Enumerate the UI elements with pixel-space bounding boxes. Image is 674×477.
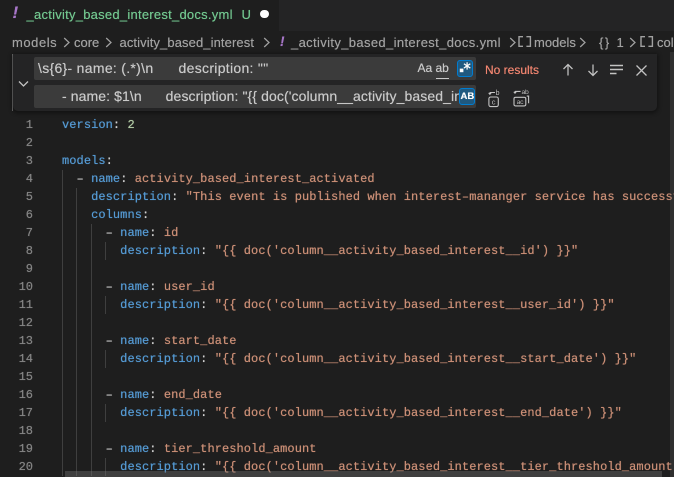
svg-text:b: b [495, 90, 499, 97]
svg-text:ab: ab [521, 89, 528, 96]
svg-text:c: c [491, 97, 495, 106]
svg-text:ac: ac [516, 99, 523, 106]
